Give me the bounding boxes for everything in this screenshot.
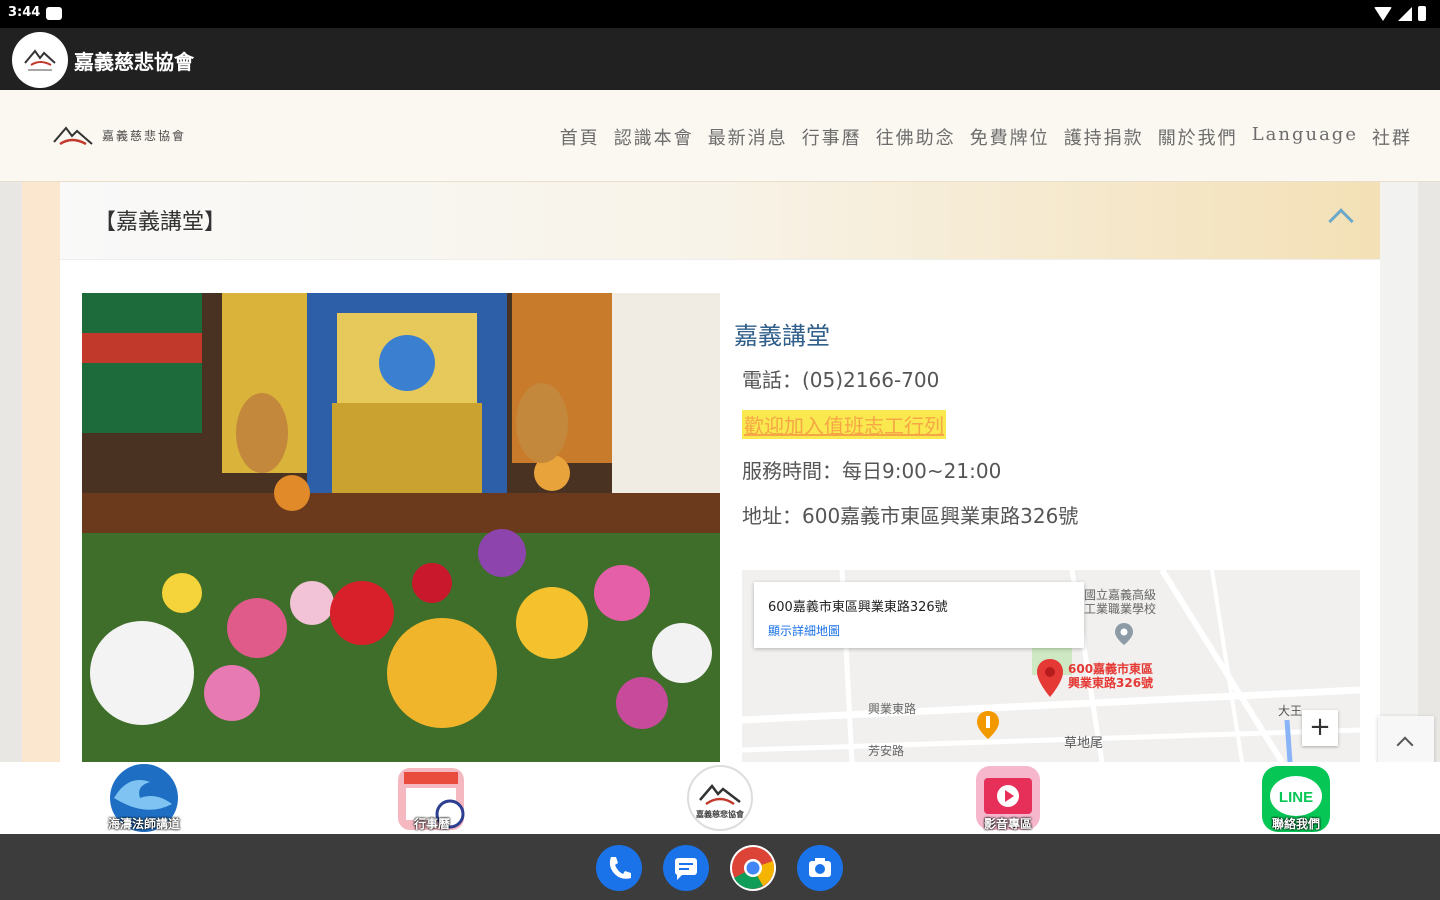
map-pin-label-line2: 興業東路326號 xyxy=(1068,676,1154,690)
address-text: 地址：600嘉義市東區興業東路326號 xyxy=(742,504,1079,528)
message-icon xyxy=(675,858,697,880)
mountain-logo-icon xyxy=(24,49,56,71)
nav-item-social[interactable]: 社群 xyxy=(1372,124,1412,150)
map-info-card: 600嘉義市東區興業東路326號 顯示詳細地圖 xyxy=(754,582,1084,648)
map-school-label-line2: 工業職業學校 xyxy=(1084,602,1157,616)
map-road-label: 芳安路 xyxy=(868,744,905,758)
chrome-app-icon[interactable] xyxy=(730,845,776,891)
chevron-up-icon[interactable] xyxy=(1328,208,1354,234)
mountain-logo-icon xyxy=(53,126,93,146)
volunteer-link[interactable]: 歡迎加入值班志工行列 xyxy=(742,410,946,439)
map-area-label: 大王 xyxy=(1278,704,1303,718)
tab-video[interactable]: 影音專區 xyxy=(970,764,1046,834)
nav-item-donate[interactable]: 護持捐款 xyxy=(1064,124,1144,150)
signal-icon xyxy=(1398,6,1412,21)
tab-label: 聯絡我們 xyxy=(1271,817,1320,831)
nav-item-calendar[interactable]: 行事曆 xyxy=(802,124,862,150)
nav-item-chanting[interactable]: 往佛助念 xyxy=(876,124,956,150)
map-pin-label-line1: 600嘉義市東區 xyxy=(1068,662,1154,676)
tab-calendar[interactable]: 行事曆 xyxy=(394,764,470,834)
app-bar: 嘉義慈悲協會 xyxy=(0,28,1440,90)
message-notification-icon xyxy=(46,7,62,20)
map-area-label: 草地尾 xyxy=(1064,736,1104,751)
messages-app-icon[interactable] xyxy=(663,845,709,891)
tab-label: 海濤法師講道 xyxy=(107,817,180,831)
tab-label: 嘉義慈悲協會 xyxy=(696,810,744,819)
bottom-tab-bar: 海濤法師講道 行事曆 嘉義慈悲協會 影音專區 LINE 聯絡我們 xyxy=(0,762,1440,834)
chevron-up-icon xyxy=(1396,736,1414,754)
shrine-photo-illustration xyxy=(82,293,720,762)
service-hours-text: 服務時間：每日9:00~21:00 xyxy=(742,459,1002,483)
location-name: 嘉義講堂 xyxy=(734,322,830,350)
line-logo-text: LINE xyxy=(1279,789,1313,806)
nav-item-language[interactable]: Language xyxy=(1252,124,1358,150)
tab-home-logo[interactable]: 嘉義慈悲協會 xyxy=(682,764,758,834)
mountain-logo-icon xyxy=(687,765,753,831)
phone-app-icon[interactable] xyxy=(596,845,642,891)
system-dock xyxy=(0,834,1440,900)
camera-icon xyxy=(809,858,831,877)
shrine-photo xyxy=(82,293,720,762)
map-school-label-line1: 國立嘉義高級 xyxy=(1084,588,1157,602)
site-logo-name: 嘉義慈悲協會 xyxy=(102,128,187,143)
location-panel: 【嘉義講堂】 嘉義講堂 電話：(05)2166-700 歡迎加入值班志工行列 服… xyxy=(60,182,1380,762)
map-detail-link[interactable]: 顯示詳細地圖 xyxy=(768,622,840,639)
status-bar: 3:44 xyxy=(0,0,1440,28)
phone-icon xyxy=(609,857,631,879)
nav-item-free-tablets[interactable]: 免費牌位 xyxy=(970,124,1050,150)
tab-label: 影音專區 xyxy=(983,817,1032,831)
status-time: 3:44 xyxy=(8,5,41,20)
left-decor-strip xyxy=(22,182,60,762)
phone-text[interactable]: 電話：(05)2166-700 xyxy=(742,364,939,393)
map-card-address: 600嘉義市東區興業東路326號 xyxy=(768,600,948,615)
battery-icon xyxy=(1418,6,1426,21)
site-logo[interactable]: 嘉義慈悲協會 xyxy=(52,120,186,150)
nav-item-news[interactable]: 最新消息 xyxy=(708,124,788,150)
camera-app-icon[interactable] xyxy=(797,845,843,891)
map-zoom-in-button[interactable]: + xyxy=(1302,710,1338,746)
nav-item-home[interactable]: 首頁 xyxy=(560,124,600,150)
tab-contact-line[interactable]: LINE 聯絡我們 xyxy=(1258,764,1334,834)
wifi-icon xyxy=(1374,6,1392,21)
site-header: 嘉義慈悲協會 首頁 認識本會 最新消息 行事曆 往佛助念 免費牌位 護持捐款 關… xyxy=(0,90,1440,182)
app-logo[interactable] xyxy=(12,32,68,88)
chrome-icon xyxy=(732,847,775,889)
restaurant-pin-icon xyxy=(977,711,999,739)
nav-item-about-association[interactable]: 認識本會 xyxy=(614,124,694,150)
tab-label: 行事曆 xyxy=(413,817,450,831)
tab-dharma-talks[interactable]: 海濤法師講道 xyxy=(106,764,182,834)
accordion-title: 【嘉義講堂】 xyxy=(94,210,227,235)
map-road-label: 興業東路 xyxy=(868,702,917,716)
nav-item-about-us[interactable]: 關於我們 xyxy=(1158,124,1238,150)
embedded-map[interactable]: 600嘉義市東區興業東路326號 顯示詳細地圖 國立嘉義高級 工業職業學校 60… xyxy=(742,570,1360,762)
app-title: 嘉義慈悲協會 xyxy=(74,50,194,74)
map-pin-label: 600嘉義市東區 興業東路326號 xyxy=(1068,662,1153,690)
location-pin-icon[interactable] xyxy=(1036,658,1064,698)
accordion-header[interactable]: 【嘉義講堂】 xyxy=(60,182,1380,260)
status-icons xyxy=(1374,6,1426,21)
right-decor-strip xyxy=(1380,182,1418,762)
map-school-label: 國立嘉義高級 工業職業學校 xyxy=(1084,588,1156,616)
main-nav: 首頁 認識本會 最新消息 行事曆 往佛助念 免費牌位 護持捐款 關於我們 Lan… xyxy=(560,124,1412,150)
school-pin-icon xyxy=(1115,623,1133,645)
